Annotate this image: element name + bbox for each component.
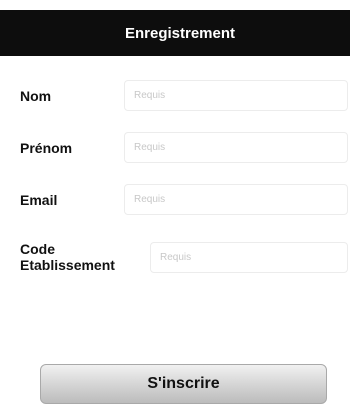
prenom-input[interactable] [124, 132, 348, 163]
code-label-line2: Etablissement [20, 257, 115, 273]
prenom-label: Prénom [20, 140, 73, 156]
email-row: Email [0, 184, 350, 215]
code-label-line1: Code [20, 241, 55, 257]
prenom-row: Prénom [0, 132, 350, 163]
nom-input[interactable] [124, 80, 348, 111]
code-etablissement-row: Code Etablissement [0, 238, 350, 278]
email-input[interactable] [124, 184, 348, 215]
nom-row: Nom [0, 80, 350, 111]
sinscrire-button[interactable]: S'inscrire [40, 364, 327, 404]
sinscrire-label: S'inscrire [147, 375, 220, 392]
code-etablissement-label: Code Etablissement [20, 241, 115, 273]
email-label: Email [20, 192, 58, 208]
navigation-bar: Enregistrement [0, 10, 350, 56]
page-title: Enregistrement [124, 24, 236, 42]
nom-label: Nom [20, 88, 52, 104]
code-etablissement-input[interactable] [150, 242, 348, 273]
